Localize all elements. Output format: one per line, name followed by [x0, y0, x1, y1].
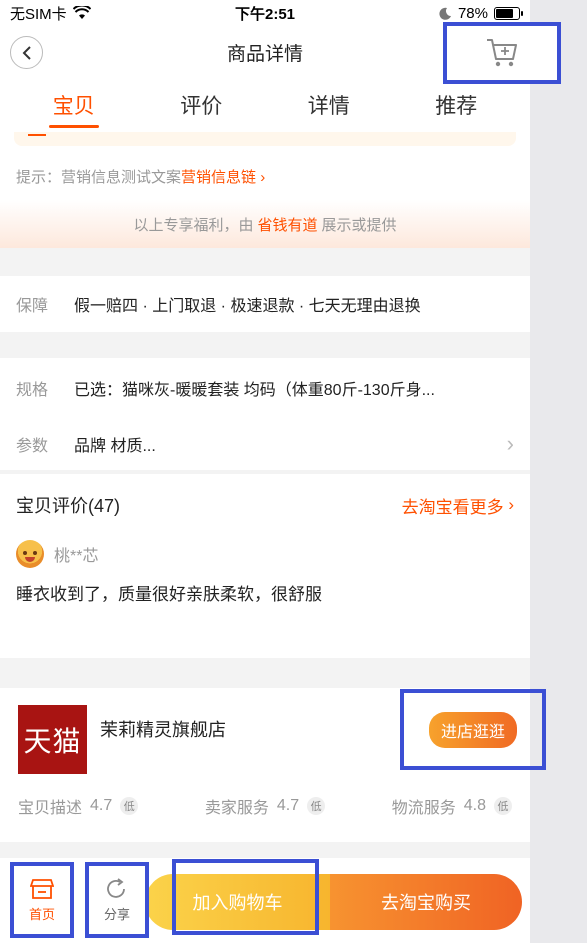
tab-reviews[interactable]: 评价 — [180, 84, 222, 126]
enter-shop-highlight: 进店逛逛 — [400, 689, 546, 770]
spec-value: 已选：猫咪灰-暖暖套装 均码（体重80斤-130斤身... — [74, 382, 435, 399]
rating-label: 物流服务 — [391, 800, 456, 817]
guarantee-card[interactable]: 保障 假一赔四 · 上门取退 · 极速退款 · 七天无理由退换 — [0, 276, 530, 332]
rating-score: 4.7 — [276, 797, 300, 814]
chevron-right-icon: › — [256, 169, 266, 186]
review-text: 睡衣收到了，质量很好亲肤柔软，很舒服 — [16, 585, 322, 604]
params-label: 参数 — [16, 438, 49, 455]
params-row[interactable]: 参数 品牌 材质... › — [0, 416, 530, 472]
shop-logo[interactable]: 天猫 — [18, 705, 87, 774]
bottom-bar: 加入购物车 去淘宝购买 首页 分享 — [0, 858, 530, 943]
rating-level-badge: 低 — [493, 797, 512, 815]
cart-button[interactable] — [443, 22, 561, 84]
rating-label: 宝贝描述 — [18, 800, 83, 817]
tip-link[interactable]: 营销信息链 — [181, 169, 256, 186]
app-screen: 无SIM卡 下午2:51 78% 商品详情 宝贝 评价 详情 推荐 提示：营销信… — [0, 0, 530, 943]
promo-strip — [14, 132, 516, 146]
review-more-link[interactable]: 去淘宝看更多 › — [402, 493, 514, 518]
enter-shop-button[interactable]: 进店逛逛 — [428, 711, 517, 748]
tab-details[interactable]: 详情 — [308, 84, 350, 126]
rating-service: 卖家服务 4.7 低 — [204, 794, 326, 818]
store-icon — [30, 878, 54, 899]
welfare-text-after: 展示或提供 — [321, 216, 397, 234]
shop-name[interactable]: 茉莉精灵旗舰店 — [100, 716, 226, 742]
chevron-right-icon: › — [503, 495, 514, 514]
rating-logistics: 物流服务 4.8 低 — [392, 794, 512, 818]
welfare-banner: 以上专享福利，由 省钱有道 展示或提供 — [0, 200, 530, 248]
cart-add-icon — [487, 39, 517, 67]
shop-ratings: 宝贝描述 4.7 低 卖家服务 4.7 低 物流服务 4.8 低 — [18, 794, 512, 818]
rating-score: 4.8 — [463, 797, 486, 814]
chevron-right-icon: › — [506, 431, 514, 456]
spec-row[interactable]: 规格 已选：猫咪灰-暖暖套装 均码（体重80斤-130斤身... — [0, 360, 530, 416]
rating-score: 4.7 — [90, 797, 113, 814]
rating-level-badge: 低 — [307, 797, 326, 815]
add-to-cart-highlight — [172, 859, 319, 935]
review-title: 宝贝评价(47) — [16, 496, 121, 516]
review-header: 宝贝评价(47) 去淘宝看更多 › — [0, 474, 530, 536]
guarantee-value: 假一赔四 · 上门取退 · 极速退款 · 七天无理由退换 — [74, 298, 421, 315]
buy-on-taobao-button[interactable]: 去淘宝购买 — [330, 874, 522, 930]
welfare-text-before: 以上专享福利，由 — [133, 216, 254, 234]
review-card: 宝贝评价(47) 去淘宝看更多 › 桃**芯 睡衣收到了，质量很好亲肤柔软，很舒… — [0, 474, 530, 658]
avatar — [16, 540, 44, 568]
battery-percent: 78% — [457, 4, 488, 22]
tip-row: 提示：营销信息测试文案营销信息链 › — [0, 146, 530, 200]
guarantee-label: 保障 — [16, 298, 49, 315]
moon-icon — [439, 7, 451, 20]
share-label: 分享 — [103, 906, 130, 922]
rating-label: 卖家服务 — [204, 800, 269, 817]
home-button[interactable]: 首页 — [10, 862, 74, 938]
share-icon — [107, 877, 125, 898]
rating-description: 宝贝描述 4.7 低 — [18, 794, 139, 818]
share-button[interactable]: 分享 — [85, 862, 149, 938]
battery-icon — [494, 6, 523, 20]
spec-label: 规格 — [16, 382, 49, 399]
tab-recommend[interactable]: 推荐 — [435, 84, 477, 126]
tip-text: 提示：营销信息测试文案 — [16, 169, 182, 186]
chevron-left-icon — [22, 45, 31, 60]
home-label: 首页 — [28, 906, 55, 922]
reviewer-row: 桃**芯 — [0, 536, 530, 572]
params-value: 品牌 材质... — [74, 438, 156, 455]
back-button[interactable] — [10, 36, 43, 69]
reviewer-name: 桃**芯 — [54, 548, 99, 565]
tab-bar: 宝贝 评价 详情 推荐 — [0, 78, 530, 132]
review-more-label: 去淘宝看更多 — [401, 497, 504, 517]
rating-level-badge: 低 — [120, 797, 139, 815]
wifi-icon — [72, 6, 91, 19]
spec-card: 规格 已选：猫咪灰-暖暖套装 均码（体重80斤-130斤身... 参数 品牌 材… — [0, 358, 530, 470]
carrier-text: 无SIM卡 — [10, 5, 67, 23]
welfare-highlight: 省钱有道 — [257, 216, 318, 234]
tab-baobei[interactable]: 宝贝 — [48, 84, 99, 128]
